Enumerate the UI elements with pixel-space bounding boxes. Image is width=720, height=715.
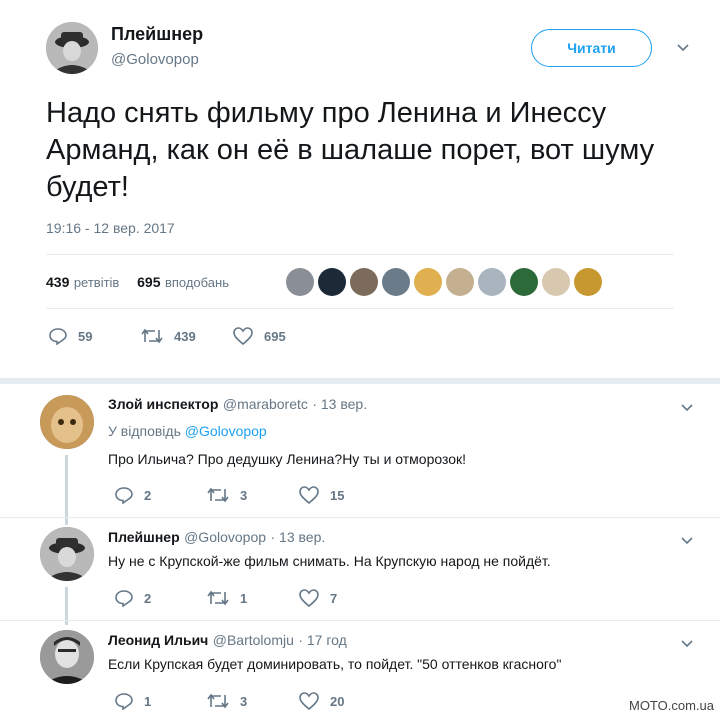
reply-count: 59: [78, 328, 93, 344]
chevron-down-icon[interactable]: [680, 636, 694, 652]
retweet-action[interactable]: 3: [206, 486, 247, 504]
heart-icon: [299, 692, 319, 710]
chevron-down-icon[interactable]: [676, 40, 690, 56]
like-action[interactable]: 20: [298, 692, 344, 710]
tweet-text: Надо снять фильму про Ленина и Инессу Ар…: [46, 97, 655, 203]
reply-author-name[interactable]: Злой инспектор: [108, 396, 218, 412]
reply-header: Леонид Ильич @Bartolomju · 17 год: [108, 632, 347, 650]
author-avatar[interactable]: [46, 22, 98, 74]
retweet-action[interactable]: 1: [206, 589, 247, 607]
reply-author-name[interactable]: Леонид Ильич: [108, 632, 208, 648]
replying-to-prefix: У відповідь: [108, 423, 181, 439]
chevron-down-icon[interactable]: [680, 533, 694, 549]
reply-author-avatar[interactable]: [40, 527, 94, 581]
replying-to: У відповідь @Golovopop: [108, 423, 267, 439]
reply-count: 1: [144, 693, 152, 709]
chevron-down-icon[interactable]: [680, 400, 694, 416]
retweets-label[interactable]: ретвітів: [74, 275, 120, 290]
like-count: 7: [330, 590, 338, 606]
section-divider: [0, 378, 720, 384]
reply-author-handle[interactable]: @Bartolomju: [213, 632, 294, 648]
reply-header: Плейшнер @Golovopop · 13 вер.: [108, 529, 325, 547]
retweet-count: 1: [240, 590, 248, 606]
reply-text: Если Крупская будет доминировать, то пой…: [108, 656, 562, 672]
retweet-action[interactable]: 439: [140, 327, 196, 345]
tweet-timestamp[interactable]: 19:16 - 12 вер. 2017: [46, 220, 175, 236]
divider: [46, 308, 674, 309]
divider: [46, 254, 674, 255]
reply-time[interactable]: · 13 вер.: [270, 529, 325, 545]
reply-time[interactable]: · 13 вер.: [312, 396, 367, 412]
tweet-stats: 439 ретвітів 695 вподобань: [46, 274, 229, 292]
retweet-count: 439: [174, 328, 196, 344]
liker-avatar[interactable]: [478, 268, 506, 296]
likes-count[interactable]: 695: [137, 274, 160, 290]
thread-line: [65, 455, 68, 525]
heart-icon: [299, 486, 319, 504]
liker-avatar[interactable]: [510, 268, 538, 296]
likers-avatars: [286, 268, 602, 296]
divider: [0, 620, 720, 621]
retweet-icon: [207, 487, 229, 503]
retweet-icon: [141, 328, 163, 344]
retweets-count[interactable]: 439: [46, 274, 69, 290]
follow-button[interactable]: Читати: [531, 29, 652, 67]
reply-author-handle[interactable]: @maraboretc: [223, 396, 308, 412]
replying-to-handle[interactable]: @Golovopop: [185, 423, 267, 439]
liker-avatar[interactable]: [350, 268, 378, 296]
reply-author-handle[interactable]: @Golovopop: [184, 529, 266, 545]
like-count: 15: [330, 487, 345, 503]
liker-avatar[interactable]: [574, 268, 602, 296]
reply-action[interactable]: 59: [48, 327, 92, 345]
reply-author-avatar[interactable]: [40, 395, 94, 449]
heart-icon: [233, 327, 253, 345]
like-action[interactable]: 7: [298, 589, 337, 607]
liker-avatar[interactable]: [382, 268, 410, 296]
retweet-count: 3: [240, 693, 248, 709]
like-count: 695: [264, 328, 286, 344]
reply-header: Злой инспектор @maraboretc · 13 вер.: [108, 396, 367, 414]
reply-icon: [49, 328, 67, 345]
liker-avatar[interactable]: [446, 268, 474, 296]
liker-avatar[interactable]: [318, 268, 346, 296]
reply-icon: [115, 487, 133, 504]
reply-action[interactable]: 1: [114, 692, 151, 710]
reply-icon: [115, 693, 133, 710]
retweet-count: 3: [240, 487, 248, 503]
like-count: 20: [330, 693, 345, 709]
divider: [0, 517, 720, 518]
author-handle[interactable]: @Golovopop: [111, 51, 199, 68]
reply-count: 2: [144, 590, 152, 606]
retweet-action[interactable]: 3: [206, 692, 247, 710]
reply-time[interactable]: · 17 год: [298, 632, 346, 648]
like-action[interactable]: 15: [298, 486, 344, 504]
reply-icon: [115, 590, 133, 607]
retweet-icon: [207, 590, 229, 606]
reply-author-name[interactable]: Плейшнер: [108, 529, 180, 545]
reply-text: Ну не с Крупской-же фильм снимать. На Кр…: [108, 553, 551, 569]
reply-count: 2: [144, 487, 152, 503]
liker-avatar[interactable]: [542, 268, 570, 296]
like-action[interactable]: 695: [232, 327, 286, 345]
liker-avatar[interactable]: [414, 268, 442, 296]
reply-action[interactable]: 2: [114, 589, 151, 607]
author-name[interactable]: Плейшнер: [111, 24, 203, 45]
likes-label[interactable]: вподобань: [165, 275, 229, 290]
reply-text: Про Ильича? Про дедушку Ленина?Ну ты и о…: [108, 451, 467, 467]
reply-action[interactable]: 2: [114, 486, 151, 504]
reply-author-avatar[interactable]: [40, 630, 94, 684]
watermark: MOTO.com.ua: [628, 698, 714, 713]
liker-avatar[interactable]: [286, 268, 314, 296]
heart-icon: [299, 589, 319, 607]
retweet-icon: [207, 693, 229, 709]
